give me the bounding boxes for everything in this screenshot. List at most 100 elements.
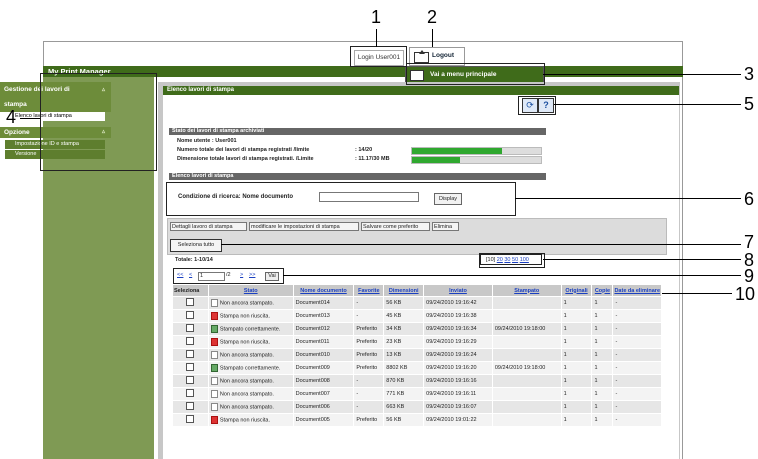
col-printed[interactable]: Stampato [491, 284, 562, 297]
delete-button[interactable]: Elimina [432, 222, 459, 231]
cell-printed [491, 400, 562, 414]
document-name-search-input[interactable] [319, 192, 419, 202]
cell-status: Non ancora stampato. [207, 374, 294, 388]
next-page-link[interactable]: > [240, 272, 243, 278]
callout-box-main-menu [406, 63, 545, 85]
table-row[interactable]: Non ancora stampato. Document010 Preferito… [172, 348, 662, 362]
cell-select[interactable] [172, 322, 209, 336]
status-text: Non ancora stampato. [219, 391, 274, 398]
cell-originals: 1 [560, 400, 593, 414]
cell-size: 663 KB [383, 400, 425, 414]
cell-favorite: Preferito [353, 361, 385, 375]
cell-copies: 1 [591, 387, 614, 401]
help-button[interactable]: ? [538, 98, 554, 113]
table-row[interactable]: Non ancora stampato. Document014-56 KB 09/… [172, 296, 662, 310]
cell-select[interactable] [172, 400, 209, 414]
cell-copies: 1 [591, 322, 614, 336]
cell-delete-date: - [612, 335, 662, 349]
callout-box-per-page [479, 253, 545, 268]
cell-select[interactable] [172, 361, 209, 375]
cell-select[interactable] [172, 374, 209, 388]
cell-size: 870 KB [383, 374, 425, 388]
cell-sent: 09/24/2010 19:16:24 [423, 348, 493, 362]
cell-size: 23 KB [383, 335, 425, 349]
callout-line-5 [554, 104, 741, 105]
job-details-button[interactable]: Dettagli lavoro di stampa [170, 222, 247, 231]
row-checkbox[interactable] [186, 311, 195, 319]
table-row[interactable]: Non ancora stampato. Document007-771 KB 09… [172, 387, 662, 401]
col-copies[interactable]: Copie [591, 284, 614, 297]
col-size[interactable]: Dimensioni [383, 284, 425, 297]
row-checkbox[interactable] [186, 415, 195, 423]
table-row[interactable]: Stampa non riuscita. Document013-45 KB 09/… [172, 309, 662, 323]
cell-document-name: Document005 [292, 413, 355, 427]
row-checkbox[interactable] [186, 376, 195, 384]
cell-sent: 09/24/2010 19:16:07 [423, 400, 493, 414]
table-row[interactable]: Stampato correttamente. Document009 Prefer… [172, 361, 662, 375]
row-checkbox[interactable] [186, 389, 195, 397]
job-size-bar [411, 156, 542, 164]
cell-printed [491, 348, 562, 362]
help-icon: ? [543, 100, 549, 110]
row-checkbox[interactable] [186, 363, 195, 371]
modify-settings-button[interactable]: modificare le impostazioni di stampa [249, 222, 359, 231]
cell-select[interactable] [172, 335, 209, 349]
col-document-name[interactable]: Nome documento [292, 284, 355, 297]
table-row[interactable]: Non ancora stampato. Document006-663 KB 09… [172, 400, 662, 414]
callout-number-3: 3 [744, 64, 755, 84]
cell-select[interactable] [172, 387, 209, 401]
cell-size: 8802 KB [383, 361, 425, 375]
callout-line-7 [221, 244, 741, 245]
col-favorite[interactable]: Favorite [353, 284, 385, 297]
save-favorite-button[interactable]: Salvare come preferito [361, 222, 430, 231]
page-number-input[interactable]: 1 [198, 272, 225, 281]
cell-status: Non ancora stampato. [207, 296, 294, 310]
col-originals[interactable]: Originali [560, 284, 593, 297]
table-row[interactable]: Non ancora stampato. Document008-870 KB 09… [172, 374, 662, 388]
print-pending-icon [210, 299, 218, 307]
callout-box-sidebar [40, 73, 157, 171]
cell-delete-date: - [612, 400, 662, 414]
cell-document-name: Document011 [292, 335, 355, 349]
table-row[interactable]: Stampato correttamente. Document012 Prefer… [172, 322, 662, 336]
col-status[interactable]: Stato [207, 284, 294, 297]
print-pending-icon [210, 351, 218, 359]
cell-select[interactable] [172, 348, 209, 362]
cell-originals: 1 [560, 335, 593, 349]
table-row[interactable]: Stampa non riuscita. Document011 Preferito… [172, 335, 662, 349]
job-count-label: Numero totale dei lavori di stampa regis… [177, 147, 310, 153]
col-delete-date[interactable]: Date da eliminare [612, 284, 662, 297]
row-checkbox[interactable] [186, 324, 195, 332]
row-checkbox[interactable] [186, 350, 195, 358]
callout-box-login [350, 46, 407, 67]
display-button[interactable]: Display [434, 193, 462, 205]
table-header-row: Seleziona Stato Nome documento Favorite … [172, 284, 662, 297]
prev-page-link[interactable]: < [189, 272, 192, 278]
print-pending-icon [210, 403, 218, 411]
cell-select[interactable] [172, 309, 209, 323]
status-text: Non ancora stampato. [219, 404, 274, 411]
cell-originals: 1 [560, 296, 593, 310]
first-page-link[interactable]: << [177, 272, 183, 278]
last-page-link[interactable]: >> [249, 272, 255, 278]
total-count: Totale: 1-10/14 [175, 257, 213, 263]
row-checkbox[interactable] [186, 402, 195, 410]
refresh-button[interactable]: ⟳ [522, 98, 538, 113]
table-row[interactable]: Stampa non riuscita. Document005 Preferito… [172, 413, 662, 427]
cell-select[interactable] [172, 296, 209, 310]
cell-document-name: Document008 [292, 374, 355, 388]
cell-status: Stampa non riuscita. [207, 335, 294, 349]
cell-sent: 09/24/2010 19:16:42 [423, 296, 493, 310]
select-all-button[interactable]: Seleziona tutto [170, 239, 222, 252]
col-sent[interactable]: Inviato [423, 284, 493, 297]
row-checkbox[interactable] [186, 337, 195, 345]
list-section-title: Elenco lavori di stampa [169, 173, 546, 180]
archive-status-title: Stato dei lavori di stampa archiviati [169, 128, 546, 135]
go-button[interactable]: Vai [265, 272, 279, 281]
status-text: Stampato correttamente. [219, 365, 281, 372]
row-checkbox[interactable] [186, 298, 195, 306]
callout-number-6: 6 [744, 189, 755, 209]
cell-size: 56 KB [383, 413, 425, 427]
callout-line-9 [283, 275, 741, 276]
cell-select[interactable] [172, 413, 209, 427]
